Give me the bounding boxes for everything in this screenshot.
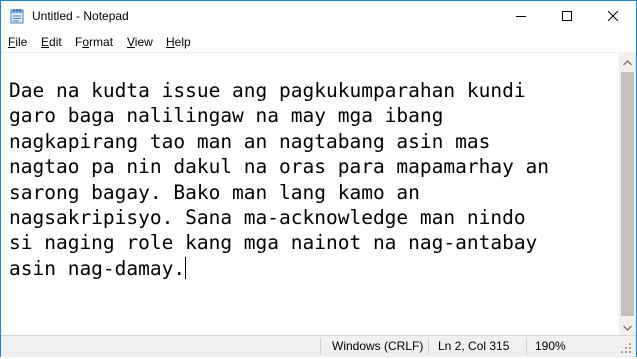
status-divider	[526, 338, 527, 355]
text-caret	[185, 256, 187, 279]
editor-line: nagsakripisyo. Sana ma-acknowledge man n…	[9, 206, 526, 230]
menu-view[interactable]: View	[127, 35, 153, 49]
menu-file[interactable]: File	[8, 35, 27, 49]
editor-line: nagtao pa nin dakul na oras para mapamar…	[9, 155, 550, 179]
window-title: Untitled - Notepad	[32, 9, 129, 23]
scroll-up-button[interactable]	[619, 53, 636, 70]
status-encoding: Windows (CRLF)	[332, 339, 424, 353]
scroll-down-arrow-icon	[623, 318, 632, 336]
menu-help-access-key: H	[166, 35, 175, 49]
menu-bar: File Edit Format View Help	[1, 32, 636, 52]
menu-file-label: ile	[15, 35, 28, 49]
menu-help-label: elp	[174, 35, 191, 49]
editor-line: garo baga nalilingaw na may mga ibang	[9, 104, 444, 128]
notepad-window: Untitled - Notepad File Edit Format View…	[0, 0, 637, 357]
status-cursor-position: Ln 2, Col 315	[438, 339, 510, 353]
status-divider	[428, 338, 429, 355]
scroll-thumb[interactable]	[621, 72, 634, 316]
vertical-scrollbar[interactable]	[619, 53, 636, 335]
notepad-icon[interactable]	[9, 8, 25, 24]
editor-line: Dae na kudta issue ang pagkukumparahan k…	[9, 79, 526, 102]
menu-edit-access-key: E	[41, 35, 50, 49]
minimize-button[interactable]	[498, 1, 544, 32]
menu-view-access-key: V	[127, 35, 135, 49]
menu-edit[interactable]: Edit	[41, 35, 62, 49]
editor-line: sarong bagay. Bako man lang kamo an	[9, 180, 420, 204]
status-zoom: 190%	[535, 339, 566, 353]
menu-view-label: iew	[134, 35, 153, 49]
minimize-icon	[516, 8, 526, 26]
menu-format[interactable]: Format	[75, 35, 113, 49]
editor-line: si naging role kang mga nainot na nag-an…	[9, 231, 538, 255]
title-bar[interactable]: Untitled - Notepad	[1, 1, 636, 32]
editor-line: nagkapirang tao man an nagtabang asin ma…	[9, 129, 491, 153]
scroll-down-button[interactable]	[619, 318, 636, 335]
resize-grip-icon[interactable]	[620, 341, 632, 353]
status-divider	[320, 338, 321, 355]
menu-format-label-end: rmat	[89, 35, 114, 49]
scroll-up-arrow-icon	[623, 53, 632, 71]
maximize-button[interactable]	[544, 1, 590, 32]
maximize-icon	[562, 8, 572, 26]
menu-edit-label: dit	[49, 35, 62, 49]
close-icon	[607, 8, 619, 26]
text-editor[interactable]: Dae na kudta issue ang pagkukumparahan k…	[1, 53, 619, 335]
menu-help[interactable]: Help	[166, 35, 191, 49]
editor-line: asin nag-damay.	[9, 256, 186, 280]
status-bar: Windows (CRLF) Ln 2, Col 315 190%	[1, 335, 636, 357]
close-button[interactable]	[590, 1, 636, 32]
editor-content[interactable]: Dae na kudta issue ang pagkukumparahan k…	[9, 78, 614, 281]
